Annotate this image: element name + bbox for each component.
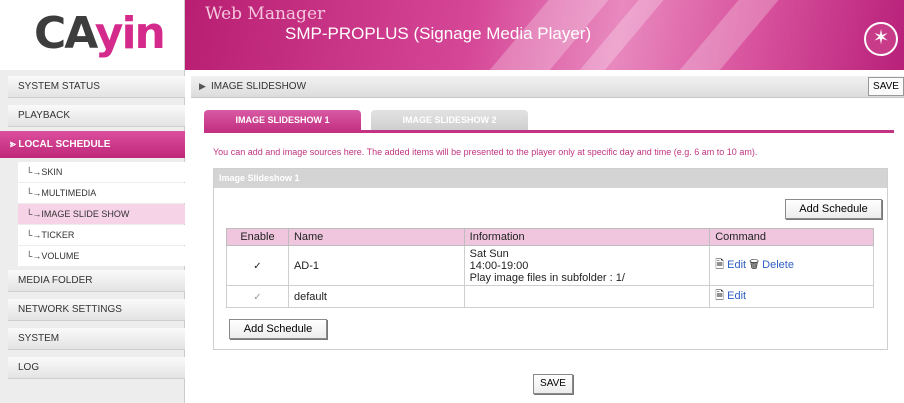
table-row: ✓ default 🗎 Edit — [226, 285, 874, 308]
page-title-bar: ▶ IMAGE SLIDESHOW SAVE — [191, 76, 904, 98]
nav-local-schedule-label: LOCAL SCHEDULE — [18, 139, 111, 150]
sidebar-item-image-slide-show[interactable]: └→IMAGE SLIDE SHOW — [18, 204, 185, 224]
logo-area: CAyin — [0, 0, 185, 70]
nav-media-folder[interactable]: MEDIA FOLDER — [8, 270, 185, 292]
banner: Web Manager SMP-PROPLUS (Signage Media P… — [185, 0, 904, 70]
cayin-logo: CAyin — [34, 8, 166, 59]
info-days: Sat Sun — [469, 247, 509, 260]
document-icon: 🗎 — [715, 290, 725, 302]
sidebar-item-skin[interactable]: └→SKIN — [18, 162, 185, 182]
enable-checkbox-disabled: ✓ — [253, 291, 262, 303]
add-schedule-button-top[interactable]: Add Schedule — [785, 199, 882, 219]
device-title: SMP-PROPLUS (Signage Media Player) — [285, 24, 592, 43]
sidebar: SYSTEM STATUS PLAYBACK ⪢ LOCAL SCHEDULE … — [0, 70, 185, 403]
magic-wand-icon: ✶ — [864, 22, 898, 56]
nav-network-settings[interactable]: NETWORK SETTINGS — [8, 299, 185, 321]
col-command: Command — [709, 228, 874, 246]
schedule-table: Enable Name Information Command ✓ AD-1 S… — [226, 228, 874, 308]
nav-playback[interactable]: PLAYBACK — [8, 105, 185, 127]
col-information: Information — [463, 228, 711, 246]
enable-cell: ✓ — [226, 285, 289, 308]
nav-log[interactable]: LOG — [8, 357, 185, 379]
app-title: Web Manager — [205, 4, 326, 24]
col-enable: Enable — [226, 228, 289, 246]
add-schedule-button-bottom[interactable]: Add Schedule — [229, 319, 327, 339]
sidebar-item-multimedia[interactable]: └→MULTIMEDIA — [18, 183, 185, 203]
sidebar-item-ticker[interactable]: └→TICKER — [18, 225, 185, 245]
enable-checkbox[interactable]: ✓ — [252, 261, 262, 272]
page-title: IMAGE SLIDESHOW — [211, 81, 307, 92]
tab-image-slideshow-1[interactable]: IMAGE SLIDESHOW 1 — [204, 110, 361, 130]
tab-underline — [204, 130, 894, 133]
nav-system[interactable]: SYSTEM — [8, 328, 185, 350]
table-row: ✓ AD-1 Sat Sun 14:00-19:00 Play image fi… — [226, 245, 874, 286]
row-info: Sat Sun 14:00-19:00 Play image files in … — [463, 245, 711, 286]
row-info — [463, 285, 711, 308]
col-name: Name — [287, 228, 465, 246]
edit-link[interactable]: Edit — [727, 290, 746, 302]
nav-system-status[interactable]: SYSTEM STATUS — [8, 76, 185, 98]
header: CAyin Web Manager SMP-PROPLUS (Signage M… — [0, 0, 904, 70]
triangle-right-icon: ▶ — [199, 81, 206, 91]
sidebar-item-volume[interactable]: └→VOLUME — [18, 246, 185, 266]
table-header-row: Enable Name Information Command — [226, 228, 874, 246]
delete-link[interactable]: Delete — [762, 259, 794, 271]
enable-cell: ✓ — [226, 245, 289, 286]
row-command: 🗎 Edit 🗑 Delete — [709, 245, 874, 286]
info-time: 14:00-19:00 — [469, 259, 529, 272]
info-folder: Play image files in subfolder : 1/ — [469, 271, 625, 284]
row-name: default — [287, 285, 465, 308]
trash-icon: 🗑 — [749, 259, 760, 271]
nav-local-schedule[interactable]: ⪢ LOCAL SCHEDULE — [0, 131, 185, 158]
main-content: ▶ IMAGE SLIDESHOW SAVE IMAGE SLIDESHOW 1… — [191, 70, 904, 403]
tab-image-slideshow-2[interactable]: IMAGE SLIDESHOW 2 — [371, 110, 528, 130]
row-command: 🗎 Edit — [709, 285, 874, 308]
save-button-top[interactable]: SAVE — [868, 77, 904, 96]
panel-title: Image Slideshow 1 — [214, 169, 887, 188]
row-name: AD-1 — [287, 245, 465, 286]
save-button-bottom[interactable]: SAVE — [533, 374, 573, 394]
document-icon: 🗎 — [715, 259, 725, 271]
edit-link[interactable]: Edit — [727, 259, 746, 271]
info-notice: You can add and image sources here. The … — [213, 147, 758, 157]
schedule-panel: Image Slideshow 1 Add Schedule Enable Na… — [213, 168, 888, 350]
